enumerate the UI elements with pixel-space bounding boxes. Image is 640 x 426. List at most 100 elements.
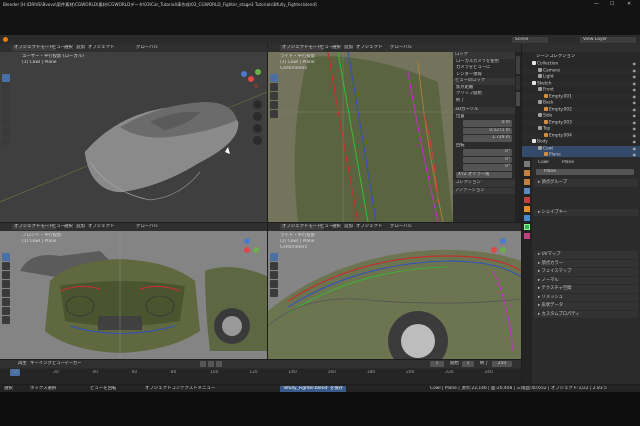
viewport-canvas[interactable]: ライト・平行投影 (1) Cowl | Plane Centimeters: [268, 52, 453, 222]
select-tool-icon[interactable]: [270, 74, 278, 82]
select-tool-icon[interactable]: [2, 253, 10, 261]
jump-start-icon[interactable]: [200, 361, 206, 367]
annotate-tool-icon[interactable]: [2, 307, 10, 315]
menu-object[interactable]: オブジェクト: [356, 45, 382, 51]
mode-dropdown[interactable]: オブジェクトモード: [280, 224, 324, 230]
move-tool-icon[interactable]: [270, 271, 278, 279]
annotate-tool-icon[interactable]: [2, 128, 10, 136]
property-panel-header[interactable]: ▸ ノーマル: [534, 276, 638, 284]
viewport-canvas[interactable]: ユーザー・平行投影 (ローカル) (1) Cowl | Plane: [0, 52, 267, 222]
object-tab-icon[interactable]: [524, 206, 530, 212]
scale-tool-icon[interactable]: [2, 289, 10, 297]
cursor-z-field[interactable]: 1.729 m: [463, 135, 512, 142]
rotation-mode-dropdown[interactable]: XYZ オイラー角: [456, 171, 512, 178]
timeline-menu-marker[interactable]: マーカー: [64, 361, 82, 367]
view-layer-selector[interactable]: View Layer: [580, 36, 636, 43]
property-panel-header[interactable]: ▸ 頂点カラー: [534, 259, 638, 267]
properties-editor[interactable]: Cowl Plane Plane ▸ 頂点グループ ▸ シェイプキー ▸ UVマップ…: [522, 157, 640, 384]
move-tool-icon[interactable]: [270, 92, 278, 100]
output-tab-icon[interactable]: [524, 179, 530, 185]
rotation-y-field[interactable]: 0°: [463, 156, 512, 163]
transform-orientation[interactable]: グローバル: [136, 45, 158, 51]
measure-tool-icon[interactable]: [2, 316, 10, 324]
outliner[interactable]: シーンコレクション Collection ◉ Camera ◉ Light ◉ Sketch…: [522, 44, 640, 159]
cursor-x-field[interactable]: 0 m: [463, 120, 512, 127]
property-panel-header[interactable]: ▸ シェイプキー: [534, 208, 638, 216]
move-tool-icon[interactable]: [2, 271, 10, 279]
minimize-button[interactable]: —: [594, 1, 599, 7]
menu-add[interactable]: 追加: [344, 45, 353, 51]
viewport-bottom-right[interactable]: オブジェクトモード ビュー 選択 追加 オブジェクト グローバル ライト・平行投…: [268, 223, 521, 359]
measure-tool-icon[interactable]: [2, 137, 10, 145]
tool-tab-icon[interactable]: [524, 161, 530, 167]
scale-tool-icon[interactable]: [2, 110, 10, 118]
current-frame-field[interactable]: 1: [430, 361, 444, 367]
timeline-ruler[interactable]: 0 20 40 60 80 100 120 140 160 180 200 220 240: [0, 369, 521, 384]
tab-item[interactable]: [516, 56, 520, 74]
menu-object[interactable]: オブジェクト: [88, 45, 114, 51]
zoom-icon[interactable]: [253, 100, 262, 109]
rotate-tool-icon[interactable]: [270, 280, 278, 288]
mode-dropdown[interactable]: オブジェクトモード: [12, 45, 56, 51]
menu-select[interactable]: 選択: [64, 45, 73, 51]
viewport-bottom-left[interactable]: オブジェクトモード ビュー 選択 追加 オブジェクト グローバル フロント・平行…: [0, 223, 267, 359]
scene-collection[interactable]: シーンコレクション: [536, 54, 575, 60]
viewport-top-left[interactable]: オブジェクトモード ビュー 選択 追加 オブジェクト グローバル ユーザー・平行…: [0, 44, 267, 222]
property-panel-header[interactable]: ▸ カスタムプロパティ: [534, 310, 638, 318]
viewport-canvas[interactable]: フロント・平行投影 (1) Cowl | Plane: [0, 231, 267, 359]
property-panel-header[interactable]: ▸ 形状データ: [534, 302, 638, 310]
mode-dropdown[interactable]: オブジェクトモード: [280, 45, 324, 51]
mesh-data-tab-icon[interactable]: [524, 224, 530, 230]
rotate-tool-icon[interactable]: [2, 101, 10, 109]
pan-hand-icon[interactable]: [253, 112, 262, 121]
tab-tool[interactable]: [516, 76, 520, 90]
scale-tool-icon[interactable]: [270, 110, 278, 118]
transform-tool-icon[interactable]: [2, 119, 10, 127]
transform-tool-icon[interactable]: [2, 298, 10, 306]
navigation-gizmo-icon[interactable]: [488, 235, 518, 265]
select-tool-icon[interactable]: [2, 74, 10, 82]
cursor-tool-icon[interactable]: [2, 262, 10, 270]
mesh-name-field[interactable]: Plane: [536, 169, 634, 175]
menu-add[interactable]: 追加: [76, 45, 85, 51]
viewport-top-right[interactable]: オブジェクトモード ビュー 選択 追加 オブジェクト グローバル ライト・平行投…: [268, 44, 521, 222]
scene-selector[interactable]: Scene: [512, 36, 548, 43]
menu-object[interactable]: オブジェクト: [356, 224, 382, 230]
viewport-canvas[interactable]: ライト・平行投影 (1) Cowl | Plane Centimeters: [268, 231, 521, 359]
annotations-header[interactable]: アノテーション: [453, 187, 515, 194]
close-button[interactable]: ✕: [627, 1, 631, 7]
end-frame-field[interactable]: 250: [492, 361, 512, 367]
move-tool-icon[interactable]: [2, 92, 10, 100]
property-panel-header[interactable]: ▸ フェイスマップ: [534, 268, 638, 276]
rotate-tool-icon[interactable]: [2, 280, 10, 288]
cursor-tool-icon[interactable]: [270, 262, 278, 270]
rotate-tool-icon[interactable]: [270, 101, 278, 109]
scene-tab-icon[interactable]: [524, 188, 530, 194]
property-panel-header[interactable]: ▸ テクスチャ空間: [534, 285, 638, 293]
select-tool-icon[interactable]: [270, 253, 278, 261]
material-tab-icon[interactable]: [524, 233, 530, 239]
cursor-tool-icon[interactable]: [270, 83, 278, 91]
menu-object[interactable]: オブジェクト: [88, 224, 114, 230]
timeline-menu-keying[interactable]: キーイング: [30, 361, 52, 367]
modifier-tab-icon[interactable]: [524, 215, 530, 221]
menu-select[interactable]: 選択: [332, 45, 341, 51]
start-frame-field[interactable]: 1: [462, 361, 474, 367]
clip-end-field[interactable]: 終了: [453, 98, 515, 105]
menu-select[interactable]: 選択: [332, 224, 341, 230]
menu-select[interactable]: 選択: [64, 224, 73, 230]
tab-view[interactable]: [516, 92, 520, 106]
rotation-x-field[interactable]: 0°: [463, 149, 512, 156]
scale-tool-icon[interactable]: [270, 289, 278, 297]
menu-add[interactable]: 追加: [76, 224, 85, 230]
navigation-gizmo-icon[interactable]: [236, 64, 266, 94]
property-panel-header[interactable]: ▸ UVマップ: [534, 251, 638, 259]
maximize-button[interactable]: ☐: [610, 1, 614, 7]
transform-orientation[interactable]: グローバル: [390, 45, 412, 51]
collections-header[interactable]: コレクション: [453, 180, 515, 187]
transform-orientation[interactable]: グローバル: [136, 224, 158, 230]
camera-view-icon[interactable]: [253, 124, 262, 133]
transform-orientation[interactable]: グローバル: [390, 224, 412, 230]
jump-end-icon[interactable]: [216, 361, 222, 367]
mode-dropdown[interactable]: オブジェクトモード: [12, 224, 56, 230]
